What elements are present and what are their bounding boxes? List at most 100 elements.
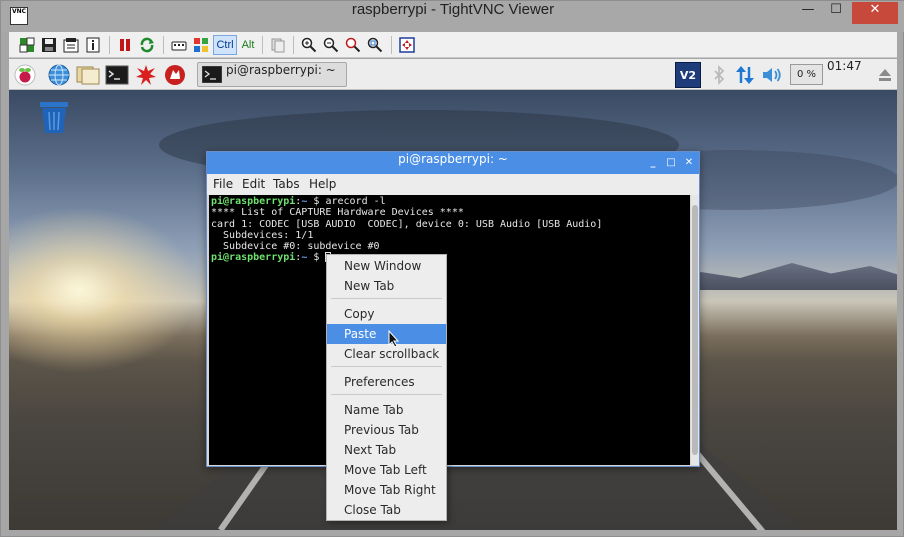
terminal-window: pi@raspberrypi: ~ _ □ ✕ File Edit Tabs H… [206, 151, 700, 467]
fullscreen-icon-glyph [399, 37, 415, 53]
wallpaper-sun [9, 200, 209, 380]
menu-item-move-tab-right[interactable]: Move Tab Right [327, 480, 446, 500]
terminal-line: **** List of CAPTURE Hardware Devices **… [211, 207, 464, 219]
maximize-button[interactable]: ☐ [822, 2, 850, 24]
wolfram-icon[interactable] [163, 63, 187, 87]
menu-item-clear-scrollback[interactable]: Clear scrollback [327, 344, 446, 364]
zoom-fit-icon[interactable] [365, 35, 385, 55]
raspberry-menu-icon[interactable] [13, 63, 37, 87]
menu-item-next-tab[interactable]: Next Tab [327, 440, 446, 460]
terminal-menubar: File Edit Tabs Help [207, 174, 699, 195]
clipboard-icon-glyph [271, 38, 285, 53]
terminal-title-bar[interactable]: pi@raspberrypi: ~ _ □ ✕ [207, 152, 699, 174]
menu-tabs[interactable]: Tabs [273, 174, 300, 195]
info-icon-glyph [86, 37, 100, 53]
menu-item-preferences[interactable]: Preferences [327, 372, 446, 392]
ctrl-esc-icon[interactable] [191, 35, 211, 55]
minimize-button[interactable]: — [794, 2, 822, 24]
bluetooth-icon[interactable] [707, 63, 731, 87]
terminal-line: Subdevices: 1/1 [211, 229, 314, 241]
zoom-100-icon[interactable] [343, 35, 363, 55]
file-manager-icon-glyph [76, 66, 100, 85]
terminal-line: Subdevice #0: subdevice #0 [211, 241, 380, 253]
context-menu: New Window New Tab Copy Paste Clear scro… [326, 254, 447, 521]
terminal-minimize-icon[interactable]: _ [647, 156, 659, 169]
menu-separator [331, 366, 442, 367]
volume-icon[interactable] [760, 63, 784, 87]
terminal-scrollbar[interactable] [691, 195, 699, 465]
close-button[interactable]: ✕ [852, 2, 898, 24]
terminal-launcher-icon[interactable] [105, 63, 129, 87]
bluetooth-icon-glyph [714, 65, 725, 85]
terminal-output[interactable]: pi@raspberrypi:~ $ arecord -l **** List … [209, 195, 690, 465]
menu-item-close-tab[interactable]: Close Tab [327, 500, 446, 520]
menu-item-name-tab[interactable]: Name Tab [327, 400, 446, 420]
ctrl-esc-icon-glyph [194, 38, 208, 52]
ctrl-lock-button[interactable]: Ctrl [213, 35, 237, 55]
menu-edit[interactable]: Edit [242, 174, 265, 195]
menu-item-new-window[interactable]: New Window [327, 256, 446, 276]
taskbar-terminal-task[interactable]: pi@raspberrypi: ~ [197, 62, 347, 87]
terminal-line: pi@raspberrypi:~ $ arecord -l [211, 196, 386, 207]
ctrl-alt-del-icon[interactable] [169, 35, 189, 55]
toolbar-divider [293, 36, 294, 54]
zoom-out-icon[interactable] [321, 35, 341, 55]
menu-item-copy[interactable]: Copy [327, 304, 446, 324]
alt-lock-button[interactable]: Alt [237, 35, 259, 55]
web-browser-icon[interactable] [47, 63, 71, 87]
menu-separator [331, 298, 442, 299]
terminal-scrollbar-thumb[interactable] [692, 205, 698, 455]
terminal-title: pi@raspberrypi: ~ [398, 152, 508, 166]
menu-item-new-tab[interactable]: New Tab [327, 276, 446, 296]
pause-icon-glyph [120, 39, 130, 51]
clock[interactable]: 01:47 [827, 59, 862, 73]
file-manager-icon[interactable] [76, 63, 100, 87]
menu-item-paste[interactable]: Paste [327, 324, 446, 344]
terminal-line: card 1: CODEC [USB AUDIO CODEC], device … [211, 218, 603, 230]
window-title: raspberrypi - TightVNC Viewer [351, 1, 555, 18]
wolfram-icon-glyph [165, 65, 185, 85]
vnc-toolbar: Ctrl Alt [9, 32, 897, 58]
network-icon-glyph [736, 66, 754, 84]
refresh-icon-glyph [140, 37, 154, 53]
prompt-user: pi@raspberrypi [211, 196, 296, 207]
web-browser-icon-glyph [48, 64, 70, 86]
zoom-in-icon-glyph [301, 37, 317, 53]
trash-icon[interactable] [39, 100, 69, 134]
menu-file[interactable]: File [213, 174, 233, 195]
options-icon[interactable] [61, 35, 81, 55]
vnc-server-tray-icon[interactable]: V2 [675, 62, 701, 88]
info-icon[interactable] [83, 35, 103, 55]
terminal-line: pi@raspberrypi:~ $ [211, 252, 688, 263]
fullscreen-icon[interactable] [397, 35, 417, 55]
terminal-maximize-icon[interactable]: □ [665, 156, 677, 169]
menu-item-previous-tab[interactable]: Previous Tab [327, 420, 446, 440]
new-connection-icon-glyph [19, 37, 35, 53]
zoom-in-icon[interactable] [299, 35, 319, 55]
zoom-out-icon-glyph [323, 37, 339, 53]
prompt-user: pi@raspberrypi [211, 252, 296, 264]
math-kernel-icon[interactable] [134, 63, 158, 87]
terminal-close-icon[interactable]: ✕ [683, 156, 695, 169]
menu-item-move-tab-left[interactable]: Move Tab Left [327, 460, 446, 480]
zoom-100-icon-glyph [345, 37, 361, 53]
title-bar[interactable]: VNC raspberrypi - TightVNC Viewer — ☐ ✕ [1, 1, 904, 32]
pause-icon[interactable] [115, 35, 135, 55]
clipboard-icon[interactable] [268, 35, 288, 55]
save-icon[interactable] [39, 35, 59, 55]
options-icon-glyph [63, 38, 79, 53]
eject-icon[interactable] [873, 63, 897, 87]
math-kernel-icon-glyph [136, 65, 156, 85]
terminal-launcher-icon-glyph [105, 65, 129, 85]
network-icon[interactable] [733, 63, 757, 87]
refresh-icon[interactable] [137, 35, 157, 55]
menu-separator [331, 394, 442, 395]
toolbar-divider [163, 36, 164, 54]
new-connection-icon[interactable] [17, 35, 37, 55]
mouse-pointer-icon [388, 330, 400, 348]
cpu-monitor[interactable]: 0 % [790, 64, 823, 85]
ctrl-alt-del-icon-glyph [171, 41, 187, 51]
eject-icon-glyph [879, 69, 891, 81]
raspberry-menu-icon-glyph [14, 64, 36, 86]
menu-help[interactable]: Help [309, 174, 336, 195]
